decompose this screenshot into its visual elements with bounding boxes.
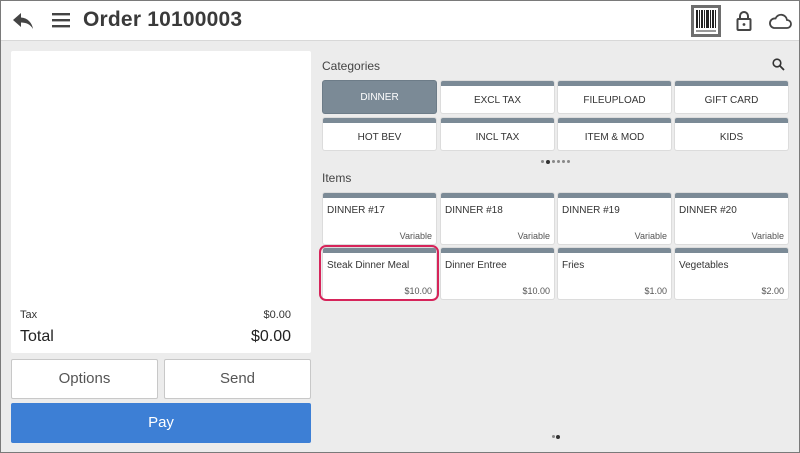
category-label: HOT BEV xyxy=(357,132,402,143)
hamburger-menu-icon[interactable] xyxy=(52,11,70,29)
category-label: FILEUPLOAD xyxy=(583,95,646,106)
category-page-indicator[interactable] xyxy=(541,159,571,166)
category-hot-bev[interactable]: HOT BEV xyxy=(323,118,436,150)
item-price: $10.00 xyxy=(522,286,550,296)
item-name: DINNER #20 xyxy=(679,205,737,216)
category-label: INCL TAX xyxy=(475,132,520,143)
tax-value: $0.00 xyxy=(263,309,291,321)
category-label: GIFT CARD xyxy=(704,95,759,106)
item-price: $10.00 xyxy=(404,286,432,296)
item-tile[interactable]: DINNER #18 Variable xyxy=(441,193,554,244)
order-items-panel[interactable] xyxy=(11,51,311,353)
item-price: $2.00 xyxy=(761,286,784,296)
options-button[interactable]: Options xyxy=(11,359,158,399)
search-icon[interactable] xyxy=(772,58,785,71)
back-arrow-icon[interactable] xyxy=(11,10,35,32)
pay-button[interactable]: Pay xyxy=(11,403,311,443)
total-value: $0.00 xyxy=(250,328,291,345)
item-tile[interactable]: Fries $1.00 xyxy=(558,248,671,299)
app-window: Order 10100003 Tax $0.00 Total $0.00 Opt… xyxy=(0,0,800,453)
item-tile[interactable]: DINNER #19 Variable xyxy=(558,193,671,244)
category-dinner[interactable]: DINNER xyxy=(323,81,436,113)
item-tile[interactable]: Vegetables $2.00 xyxy=(675,248,788,299)
barcode-icon[interactable] xyxy=(691,5,721,37)
item-tile-steak-dinner-meal[interactable]: Steak Dinner Meal $10.00 xyxy=(323,248,436,299)
send-button[interactable]: Send xyxy=(164,359,311,399)
categories-heading: Categories xyxy=(322,59,381,73)
category-label: ITEM & MOD xyxy=(584,132,645,143)
item-price: Variable xyxy=(517,231,550,241)
top-bar: Order 10100003 xyxy=(1,1,799,41)
item-name: DINNER #18 xyxy=(445,205,503,216)
items-heading: Items xyxy=(322,171,352,185)
item-tile[interactable]: DINNER #17 Variable xyxy=(323,193,436,244)
item-name: DINNER #17 xyxy=(327,205,385,216)
cloud-icon[interactable] xyxy=(768,12,792,30)
category-excl-tax[interactable]: EXCL TAX xyxy=(441,81,554,113)
category-label: DINNER xyxy=(360,92,399,103)
item-name: DINNER #19 xyxy=(562,205,620,216)
total-label: Total xyxy=(20,328,54,345)
item-price: Variable xyxy=(751,231,784,241)
item-name: Fries xyxy=(562,260,585,271)
category-item-and-mod[interactable]: ITEM & MOD xyxy=(558,118,671,150)
item-name: Vegetables xyxy=(679,260,729,271)
item-price: Variable xyxy=(634,231,667,241)
category-label: KIDS xyxy=(719,132,744,143)
items-page-indicator[interactable] xyxy=(552,434,562,441)
category-gift-card[interactable]: GIFT CARD xyxy=(675,81,788,113)
item-tile[interactable]: Dinner Entree $10.00 xyxy=(441,248,554,299)
item-price: Variable xyxy=(399,231,432,241)
category-incl-tax[interactable]: INCL TAX xyxy=(441,118,554,150)
tax-label: Tax xyxy=(20,309,38,321)
category-kids[interactable]: KIDS xyxy=(675,118,788,150)
item-price: $1.00 xyxy=(644,286,667,296)
item-tile[interactable]: DINNER #20 Variable xyxy=(675,193,788,244)
item-name: Steak Dinner Meal xyxy=(327,260,410,271)
item-name: Dinner Entree xyxy=(445,260,507,271)
category-label: EXCL TAX xyxy=(473,95,522,106)
page-title: Order 10100003 xyxy=(83,8,243,31)
category-fileupload[interactable]: FILEUPLOAD xyxy=(558,81,671,113)
lock-icon[interactable] xyxy=(736,10,752,32)
